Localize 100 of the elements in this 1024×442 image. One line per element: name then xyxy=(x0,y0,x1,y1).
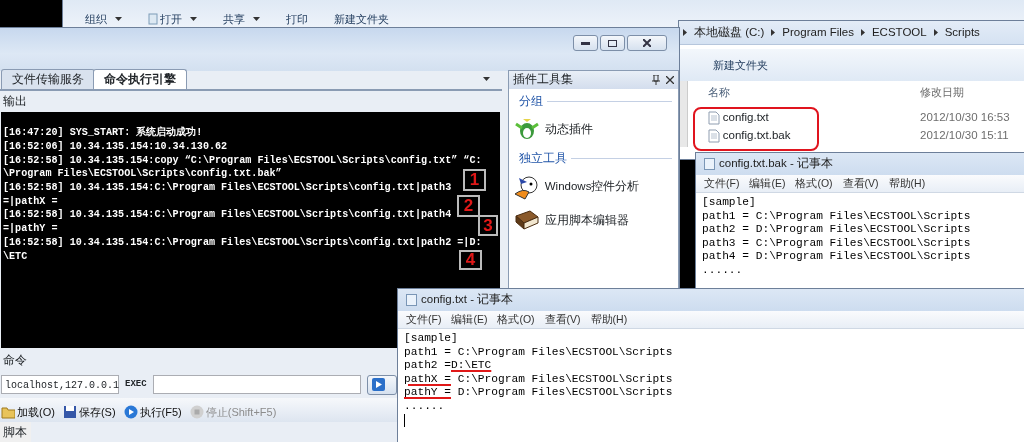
panel-title: 插件工具集 xyxy=(512,72,574,88)
breadcrumb-item[interactable]: ECSTOOL xyxy=(871,23,927,42)
text-line: [sample] xyxy=(404,332,459,346)
console-line: =|pathY = xyxy=(3,222,58,236)
text-area[interactable]: [sample] path1 = C:\Program Files\ECSTOOL\Scripts path2 = D:\Program Files\ECSTOOL\Scripts path3 = C:\Program Files\ECSTOOL\Scripts path4 = D:\Program Files\ECSTOOL\Scripts ...... xyxy=(696,193,1024,278)
text-line: ...... xyxy=(404,399,446,414)
maximize-button[interactable] xyxy=(600,35,625,51)
close-icon xyxy=(643,39,651,47)
step-marker: 3 xyxy=(478,215,498,237)
text-file-icon xyxy=(708,111,720,125)
text-line: [sample] xyxy=(702,196,757,210)
menu-item[interactable]: 编辑(E) xyxy=(451,311,488,328)
close-icon xyxy=(666,76,674,84)
file-date: 2012/10/30 16:53 xyxy=(920,110,1010,126)
column-header[interactable]: 名称 xyxy=(688,83,920,101)
notepad-icon xyxy=(704,158,715,170)
dropdown-arrow-icon xyxy=(482,77,490,81)
text-area[interactable]: [sample] path1 = C:\Program Files\ECSTOOL\Scripts path2 =D:\ETC pathX = C:\Program Files\ECSTOOL\Scripts pathY = D:\Program Files\ECSTOOL\Scripts ...... xyxy=(398,329,1024,428)
duck-icon xyxy=(512,173,541,200)
window-title: config.txt - 记事本 xyxy=(421,292,514,308)
file-date: 2012/10/30 15:11 xyxy=(920,128,1009,144)
tab[interactable]: 命令执行引擎 xyxy=(93,68,187,89)
toolbar-button[interactable]: 执行(F5) xyxy=(123,403,182,420)
toolbar-button[interactable]: 加载(O) xyxy=(1,403,55,420)
text-line: path3 = C:\Program Files\ECSTOOL\Scripts xyxy=(702,236,972,251)
command-field[interactable] xyxy=(152,375,361,394)
console-line: [16:52:58] 10.34.135.154:copy “C:\Program Files\ECSTOOL\Scripts\config.txt” “C: xyxy=(3,153,482,168)
section-label: 输出 xyxy=(2,94,28,109)
minimize-icon xyxy=(581,41,590,45)
chevron-right-icon xyxy=(771,29,776,36)
menu-item[interactable]: 格式(O) xyxy=(497,311,535,328)
breadcrumb-item[interactable]: 本地磁盘 (C:) xyxy=(694,23,765,42)
dropdown-arrow-icon xyxy=(190,17,197,21)
toolbar-button[interactable]: 共享 xyxy=(223,10,260,28)
console-line: \ETC xyxy=(3,249,28,264)
folder-icon xyxy=(1,404,15,419)
menu-item[interactable]: 查看(V) xyxy=(842,175,879,192)
tool-item[interactable]: Windows控件分析 xyxy=(508,169,678,204)
play-icon xyxy=(123,404,138,419)
toolbar-button[interactable]: 组织 xyxy=(85,10,122,28)
toolbar-button[interactable]: 保存(S) xyxy=(62,403,116,420)
tool-item[interactable]: 动态插件 xyxy=(508,112,678,147)
console-line: \Program Files\ECSTOOL\Scripts\config.txt.bak” xyxy=(3,167,282,182)
menu-item[interactable]: 文件(F) xyxy=(406,311,442,328)
stop-icon xyxy=(189,404,204,419)
group-header: 分组 xyxy=(518,94,543,109)
section-label: 命令 xyxy=(2,353,28,369)
breadcrumb-item[interactable]: Program Files xyxy=(782,23,854,42)
play-icon xyxy=(371,378,385,391)
chevron-right-icon xyxy=(933,29,938,36)
text-file-icon xyxy=(708,129,720,143)
menu-item[interactable]: 帮助(H) xyxy=(590,311,628,328)
console-line: [16:52:58] 10.34.135.154:C:\Program Files\ECSTOOL\Scripts\config.txt|path4 xyxy=(3,208,452,223)
close-button[interactable] xyxy=(627,35,667,51)
text-line: path1 = C:\Program Files\ECSTOOL\Scripts xyxy=(404,345,674,360)
field-label: EXEC xyxy=(125,377,147,391)
breadcrumb-item[interactable]: Scripts xyxy=(944,23,980,42)
text-line: path2 = D:\Program Files\ECSTOOL\Scripts xyxy=(702,223,972,237)
console-line: [16:52:58] 10.34.135.154:C:\Program Files\ECSTOOL\Scripts\config.txt|path2 =|D: xyxy=(3,235,482,250)
toolbar-button[interactable]: 打印 xyxy=(286,10,308,28)
execute-button[interactable] xyxy=(366,374,397,395)
menu-item[interactable]: 帮助(H) xyxy=(888,175,926,192)
step-marker: 4 xyxy=(459,250,482,271)
file-name[interactable]: config.txt xyxy=(722,109,769,127)
text-line: pathX = C:\Program Files\ECSTOOL\Scripts xyxy=(404,372,674,387)
text-line: path4 = D:\Program Files\ECSTOOL\Scripts xyxy=(702,250,972,264)
console-line: [16:52:58] 10.34.135.154:C:\Program Files\ECSTOOL\Scripts\config.txt|path3 xyxy=(3,181,452,195)
text-line: ...... xyxy=(702,263,744,278)
tool-item[interactable]: 应用脚本编辑器 xyxy=(508,203,678,238)
menu-item[interactable]: 编辑(E) xyxy=(749,175,786,192)
group-header: 独立工具 xyxy=(518,151,567,167)
text-line: pathY = D:\Program Files\ECSTOOL\Scripts xyxy=(404,386,674,400)
host-field[interactable]: localhost,127.0.0.1 xyxy=(1,375,119,394)
text-line: path2 =D:\ETC xyxy=(404,359,493,373)
console-line: =|pathX = xyxy=(3,194,58,209)
console-line: [16:47:20] SYS_START: 系统启动成功! xyxy=(3,126,203,140)
toolbar-button[interactable]: 打开 xyxy=(148,10,197,28)
file-name[interactable]: config.txt.bak xyxy=(722,127,791,145)
pin-icon xyxy=(652,75,660,85)
menu-item[interactable]: 查看(V) xyxy=(544,311,581,328)
chevron-right-icon xyxy=(860,29,865,36)
menu-item[interactable]: 文件(F) xyxy=(704,175,740,192)
dropdown-arrow-icon xyxy=(115,17,122,21)
notepad-icon xyxy=(406,294,417,306)
address-bar[interactable]: 本地磁盘 (C:) Program Files ECSTOOL Scripts xyxy=(679,21,1024,45)
toolbar-button[interactable]: 新建文件夹 xyxy=(334,10,389,28)
step-marker: 2 xyxy=(457,195,480,218)
toolbar-button[interactable]: 新建文件夹 xyxy=(713,56,768,74)
step-marker: 1 xyxy=(463,169,486,192)
dropdown-arrow-icon xyxy=(253,17,260,21)
console-line: [16:52:06] 10.34.135.154:10.34.130.62 xyxy=(3,139,228,154)
column-header[interactable]: 修改日期 xyxy=(920,83,964,101)
text-line: path1 = C:\Program Files\ECSTOOL\Scripts xyxy=(702,209,972,224)
menu-item[interactable]: 格式(O) xyxy=(795,175,833,192)
window-title: config.txt.bak - 记事本 xyxy=(719,156,833,172)
section-label: 脚本 xyxy=(0,422,31,442)
document-icon xyxy=(148,13,158,25)
text-cursor xyxy=(404,413,405,427)
minimize-button[interactable] xyxy=(573,35,598,51)
maximize-icon xyxy=(608,39,617,47)
